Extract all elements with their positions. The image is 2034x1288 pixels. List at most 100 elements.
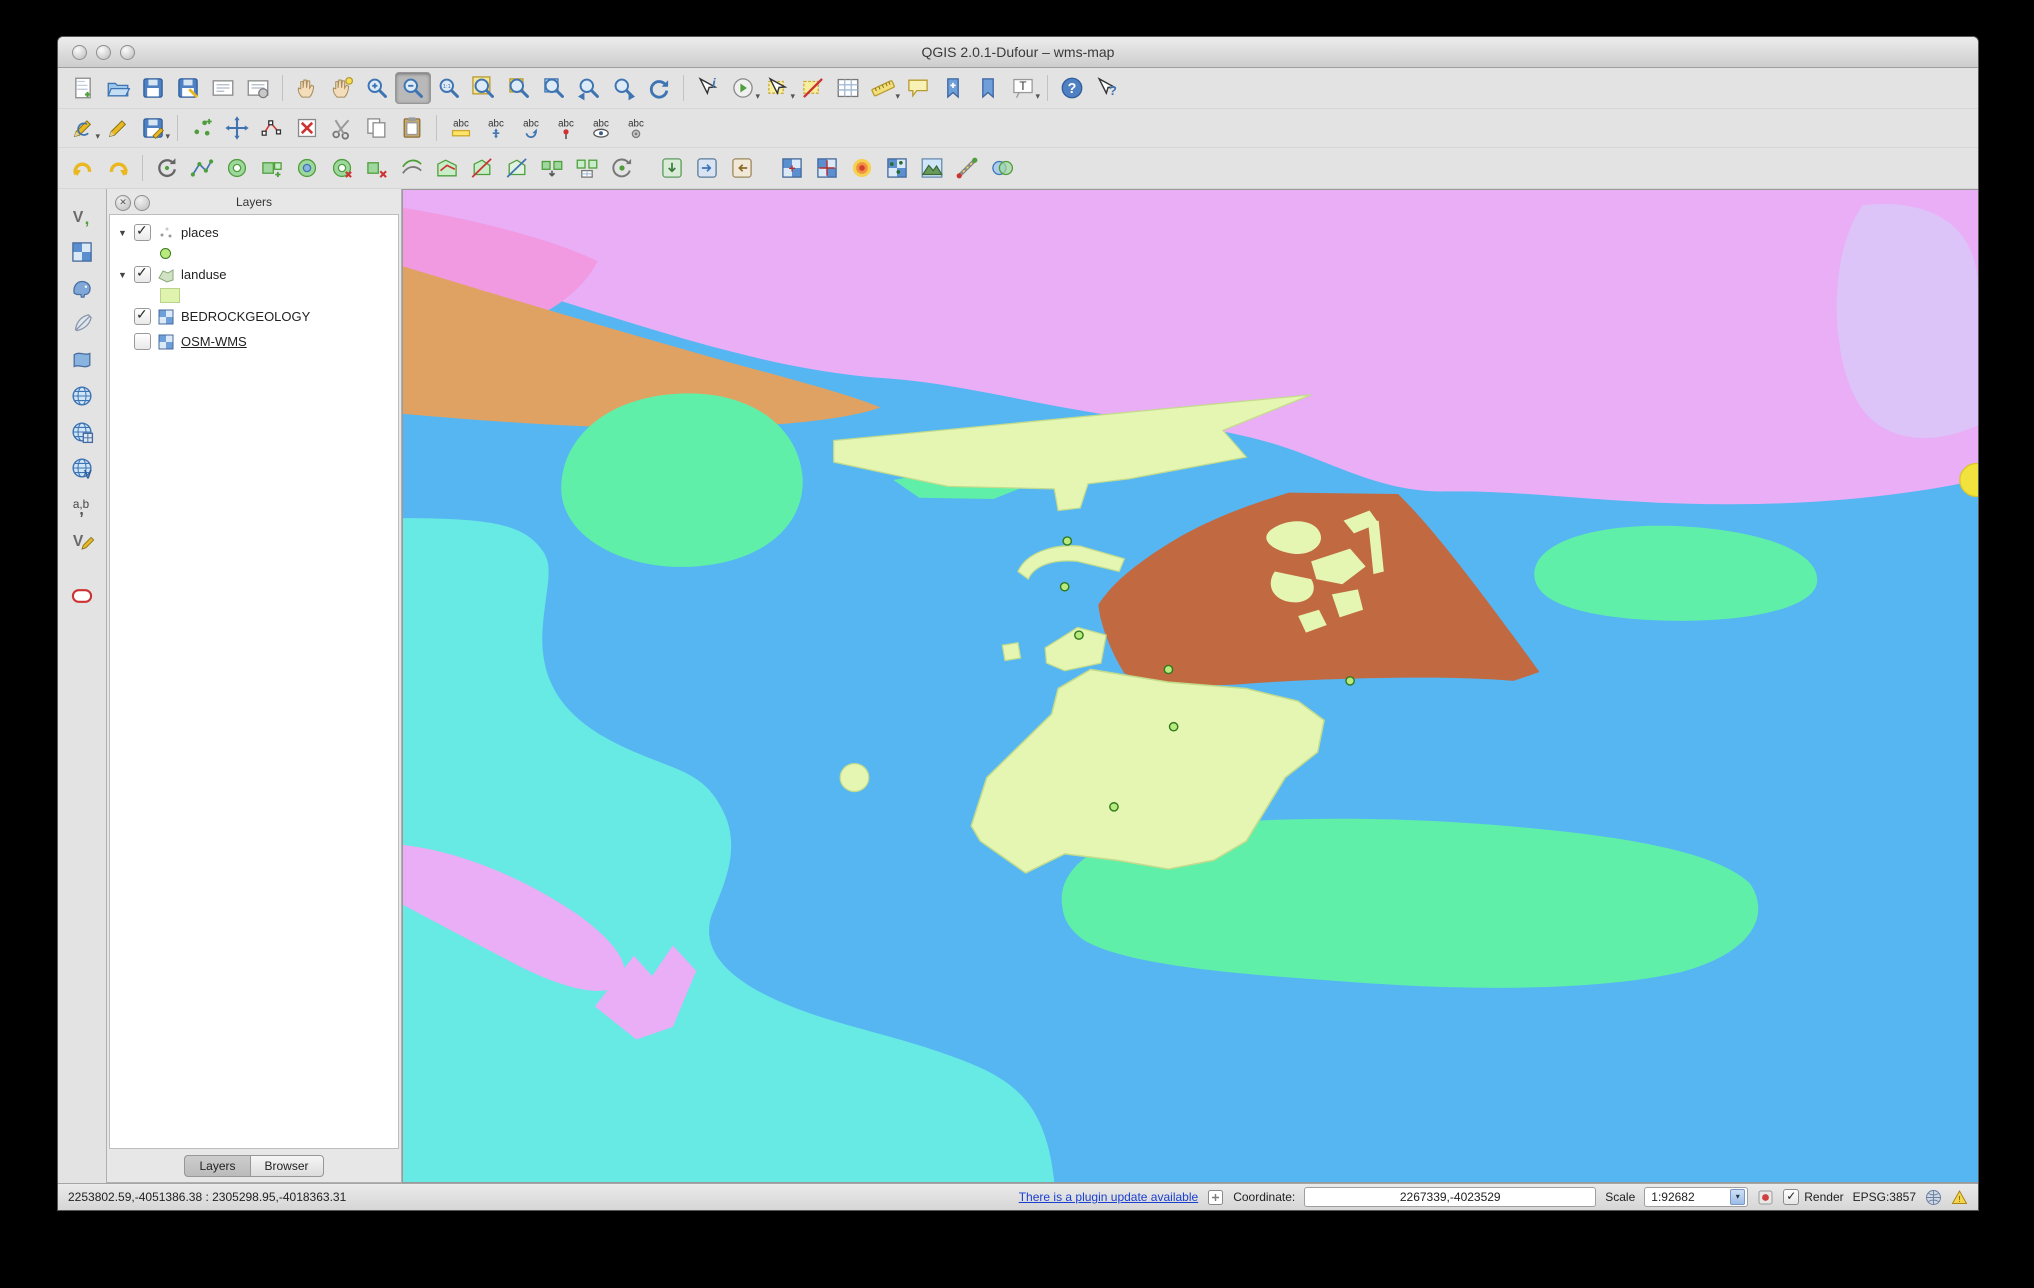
plugin-update-link[interactable]: There is a plugin update available bbox=[1019, 1190, 1198, 1204]
map-canvas[interactable] bbox=[402, 189, 1978, 1183]
save-project-as-button[interactable] bbox=[171, 73, 205, 103]
labeling-button[interactable]: abc bbox=[444, 113, 478, 143]
layer-checkbox-osm-wms[interactable] bbox=[134, 333, 151, 350]
whats-this-button[interactable]: ? bbox=[1090, 73, 1124, 103]
map-tips-button[interactable] bbox=[901, 73, 935, 103]
cut-features-button[interactable] bbox=[325, 113, 359, 143]
undo-button[interactable] bbox=[66, 153, 100, 183]
zoom-out-button[interactable] bbox=[395, 72, 431, 104]
current-edits-button[interactable]: ▾ bbox=[66, 113, 100, 143]
dropdown-caret-icon[interactable]: ▾ bbox=[1035, 91, 1040, 102]
rotate-feature-button[interactable] bbox=[150, 153, 184, 183]
close-window-button[interactable] bbox=[72, 45, 87, 60]
stop-render-icon[interactable] bbox=[1757, 1189, 1774, 1206]
add-raster-layer-button[interactable] bbox=[65, 237, 99, 267]
zoom-next-button[interactable] bbox=[607, 73, 641, 103]
move-feature-button[interactable] bbox=[220, 113, 254, 143]
help-contents-button[interactable]: ? bbox=[1055, 73, 1089, 103]
merge-features-button[interactable] bbox=[535, 153, 569, 183]
pan-to-selection-button[interactable] bbox=[325, 73, 359, 103]
osm-import-button[interactable] bbox=[690, 153, 724, 183]
new-bookmark-button[interactable] bbox=[936, 73, 970, 103]
node-tool-button[interactable] bbox=[255, 113, 289, 143]
merge-attributes-button[interactable] bbox=[570, 153, 604, 183]
delete-part-button[interactable] bbox=[360, 153, 394, 183]
dropdown-caret-icon[interactable]: ▾ bbox=[165, 131, 170, 142]
save-layer-edits-button[interactable]: ▾ bbox=[136, 113, 170, 143]
raster-calculator-button[interactable]: + bbox=[775, 153, 809, 183]
layer-checkbox-bedrockgeology[interactable] bbox=[134, 308, 151, 325]
terrain-analysis-button[interactable] bbox=[915, 153, 949, 183]
zoom-last-button[interactable] bbox=[572, 73, 606, 103]
add-oracle-layer-button[interactable] bbox=[65, 581, 99, 611]
tab-layers[interactable]: Layers bbox=[184, 1155, 249, 1177]
coordinate-input[interactable]: 2267339,-4023529 bbox=[1304, 1187, 1596, 1207]
dropdown-caret-icon[interactable]: ▾ bbox=[755, 91, 760, 102]
reshape-features-button[interactable] bbox=[430, 153, 464, 183]
tab-browser[interactable]: Browser bbox=[250, 1155, 324, 1177]
select-features-button[interactable]: ▾ bbox=[761, 73, 795, 103]
add-part-button[interactable] bbox=[255, 153, 289, 183]
osm-export-button[interactable] bbox=[725, 153, 759, 183]
add-ring-button[interactable] bbox=[220, 153, 254, 183]
layer-item-landuse[interactable]: ▼ landuse bbox=[110, 262, 398, 287]
titlebar[interactable]: QGIS 2.0.1-Dufour – wms-map bbox=[58, 37, 1978, 68]
paste-features-button[interactable] bbox=[395, 113, 429, 143]
add-feature-button[interactable] bbox=[185, 113, 219, 143]
layer-item-osm-wms[interactable]: OSM-WMS bbox=[110, 329, 398, 354]
label-properties-button[interactable]: abc bbox=[619, 113, 653, 143]
add-wms-layer-button[interactable] bbox=[65, 381, 99, 411]
label-show-hide-button[interactable]: abc bbox=[584, 113, 618, 143]
zoom-actual-button[interactable]: 1:1 bbox=[432, 73, 466, 103]
add-delimited-text-layer-button[interactable]: a,b, bbox=[65, 489, 99, 519]
add-vector-layer-button[interactable]: V, bbox=[65, 201, 99, 231]
split-features-button[interactable] bbox=[465, 153, 499, 183]
add-mssql-layer-button[interactable] bbox=[65, 345, 99, 375]
identify-features-button[interactable]: i bbox=[691, 73, 725, 103]
offset-curve-button[interactable] bbox=[395, 153, 429, 183]
render-checkbox-box[interactable]: ✓ bbox=[1783, 1189, 1799, 1205]
measure-button[interactable]: ▾ bbox=[866, 73, 900, 103]
add-wcs-layer-button[interactable] bbox=[65, 417, 99, 447]
deselect-features-button[interactable] bbox=[796, 73, 830, 103]
layer-item-bedrockgeology[interactable]: BEDROCKGEOLOGY bbox=[110, 304, 398, 329]
refresh-map-button[interactable] bbox=[642, 73, 676, 103]
label-pin-button[interactable]: abc bbox=[549, 113, 583, 143]
spatial-query-button[interactable] bbox=[985, 153, 1019, 183]
run-feature-action-button[interactable]: ▾ bbox=[726, 73, 760, 103]
scale-combo[interactable]: 1:92682 ▾ bbox=[1644, 1187, 1748, 1207]
heatmap-button[interactable] bbox=[845, 153, 879, 183]
add-spatialite-layer-button[interactable] bbox=[65, 309, 99, 339]
delete-selected-button[interactable] bbox=[290, 113, 324, 143]
new-print-composer-button[interactable] bbox=[206, 73, 240, 103]
simplify-feature-button[interactable] bbox=[185, 153, 219, 183]
zoom-in-button[interactable] bbox=[360, 73, 394, 103]
panel-float-button[interactable] bbox=[134, 195, 150, 211]
layer-checkbox-landuse[interactable] bbox=[134, 266, 151, 283]
expand-arrow-icon[interactable]: ▼ bbox=[117, 228, 128, 238]
dropdown-caret-icon[interactable]: ▾ bbox=[790, 91, 795, 102]
open-project-button[interactable] bbox=[101, 73, 135, 103]
interpolation-button[interactable] bbox=[880, 153, 914, 183]
panel-close-button[interactable]: ✕ bbox=[115, 195, 131, 211]
redo-button[interactable] bbox=[101, 153, 135, 183]
expand-arrow-icon[interactable]: ▼ bbox=[117, 270, 128, 280]
dropdown-caret-icon[interactable]: ▾ bbox=[895, 91, 900, 102]
road-graph-button[interactable] bbox=[950, 153, 984, 183]
save-project-button[interactable] bbox=[136, 73, 170, 103]
zoom-to-selection-button[interactable] bbox=[502, 73, 536, 103]
plugin-icon[interactable] bbox=[1207, 1189, 1224, 1206]
zoom-window-button[interactable] bbox=[120, 45, 135, 60]
georeferencer-button[interactable] bbox=[810, 153, 844, 183]
split-parts-button[interactable] bbox=[500, 153, 534, 183]
composer-manager-button[interactable] bbox=[241, 73, 275, 103]
add-wfs-layer-button[interactable]: V bbox=[65, 453, 99, 483]
label-move-button[interactable]: abc bbox=[479, 113, 513, 143]
messages-button[interactable]: ! bbox=[1951, 1189, 1968, 1206]
new-shapefile-layer-button[interactable]: V bbox=[65, 525, 99, 555]
toggle-editing-button[interactable] bbox=[101, 113, 135, 143]
minimize-window-button[interactable] bbox=[96, 45, 111, 60]
render-checkbox[interactable]: ✓ Render bbox=[1783, 1189, 1843, 1205]
copy-features-button[interactable] bbox=[360, 113, 394, 143]
osm-download-button[interactable] bbox=[655, 153, 689, 183]
